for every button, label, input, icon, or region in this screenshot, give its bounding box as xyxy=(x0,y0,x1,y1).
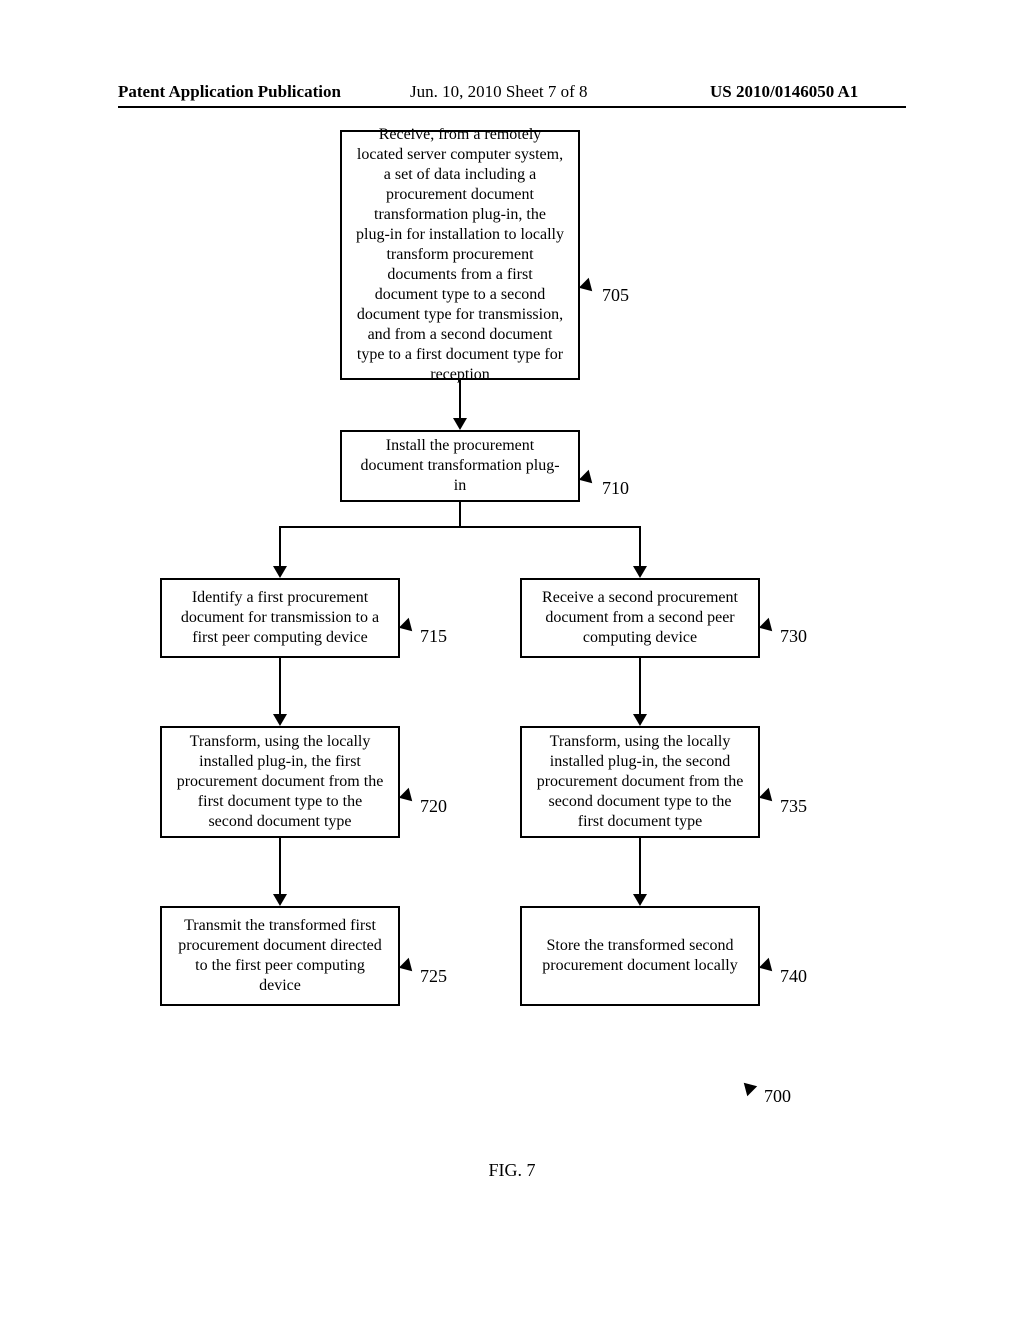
flow-box-715: Identify a first procurement document fo… xyxy=(160,578,400,658)
arrow-line xyxy=(279,658,281,716)
callout-tick-icon xyxy=(739,1078,757,1096)
callout-tick-icon xyxy=(759,618,777,636)
arrow-line xyxy=(639,838,641,896)
arrow-line xyxy=(459,502,461,526)
figure-caption: FIG. 7 xyxy=(0,1160,1024,1181)
flow-box-740: Store the transformed second procurement… xyxy=(520,906,760,1006)
arrow-down-icon xyxy=(453,418,467,430)
arrow-line xyxy=(279,838,281,896)
ref-label-740: 740 xyxy=(780,966,807,987)
flow-box-705: Receive, from a remotely located server … xyxy=(340,130,580,380)
header-rule xyxy=(118,106,906,108)
page: Patent Application Publication Jun. 10, … xyxy=(0,0,1024,1320)
ref-label-715: 715 xyxy=(420,626,447,647)
arrow-down-icon xyxy=(633,566,647,578)
flow-box-730: Receive a second procurement document fr… xyxy=(520,578,760,658)
header-mid: Jun. 10, 2010 Sheet 7 of 8 xyxy=(410,82,588,102)
ref-label-700: 700 xyxy=(764,1086,791,1107)
arrow-down-icon xyxy=(273,714,287,726)
arrow-down-icon xyxy=(633,894,647,906)
arrow-down-icon xyxy=(633,714,647,726)
flow-box-710: Install the procurement document transfo… xyxy=(340,430,580,502)
callout-tick-icon xyxy=(399,788,417,806)
flow-box-725: Transmit the transformed first procureme… xyxy=(160,906,400,1006)
header-right: US 2010/0146050 A1 xyxy=(710,82,858,102)
header-left: Patent Application Publication xyxy=(118,82,341,102)
callout-tick-icon xyxy=(759,958,777,976)
ref-label-725: 725 xyxy=(420,966,447,987)
arrow-line xyxy=(279,526,281,568)
arrow-line xyxy=(639,526,641,568)
ref-label-710: 710 xyxy=(602,478,629,499)
arrow-line xyxy=(459,380,461,420)
arrow-line xyxy=(639,658,641,716)
callout-tick-icon xyxy=(579,470,597,488)
callout-tick-icon xyxy=(399,958,417,976)
flow-box-720: Transform, using the locally installed p… xyxy=(160,726,400,838)
arrow-down-icon xyxy=(273,566,287,578)
callout-tick-icon xyxy=(399,618,417,636)
arrow-down-icon xyxy=(273,894,287,906)
ref-label-735: 735 xyxy=(780,796,807,817)
ref-label-730: 730 xyxy=(780,626,807,647)
callout-tick-icon xyxy=(759,788,777,806)
ref-label-720: 720 xyxy=(420,796,447,817)
ref-label-705: 705 xyxy=(602,285,629,306)
flow-box-735: Transform, using the locally installed p… xyxy=(520,726,760,838)
arrow-line xyxy=(279,526,641,528)
callout-tick-icon xyxy=(579,278,597,296)
